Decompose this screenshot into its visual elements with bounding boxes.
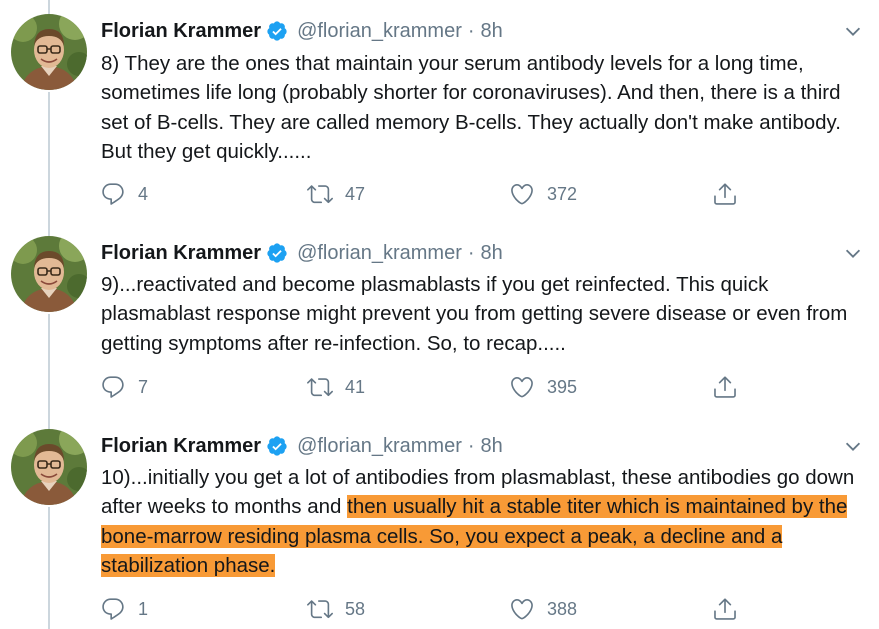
share-icon (714, 598, 736, 620)
retweet-button[interactable]: 58 (307, 596, 365, 622)
reply-button[interactable]: 1 (100, 596, 148, 622)
author-name[interactable]: Florian Krammer (101, 435, 261, 458)
retweet-icon (307, 600, 333, 619)
tweet[interactable]: Florian Krammer @florian_krammer · 8h 10… (0, 0, 879, 629)
separator-dot: · (467, 434, 475, 457)
tweet-header: Florian Krammer @florian_krammer · 8h (101, 433, 503, 459)
reply-icon (102, 598, 124, 620)
tweet-timestamp[interactable]: 8h (481, 435, 503, 458)
avatar[interactable] (11, 429, 87, 505)
reply-count: 1 (138, 598, 149, 619)
tweet-actions: 1 58 388 (100, 596, 760, 622)
like-button[interactable]: 388 (509, 596, 577, 622)
chevron-down-icon[interactable] (842, 435, 864, 457)
share-button[interactable] (712, 596, 738, 622)
tweet-text: 10)...initially you get a lot of antibod… (101, 463, 861, 580)
like-count: 388 (547, 598, 578, 619)
heart-icon (511, 598, 533, 620)
tweet-thread: Florian Krammer @florian_krammer · 8h 8)… (0, 0, 879, 629)
author-handle[interactable]: @florian_krammer (297, 435, 462, 458)
retweet-count: 58 (345, 598, 366, 619)
avatar-image (11, 429, 87, 505)
verified-badge-icon (266, 435, 288, 457)
